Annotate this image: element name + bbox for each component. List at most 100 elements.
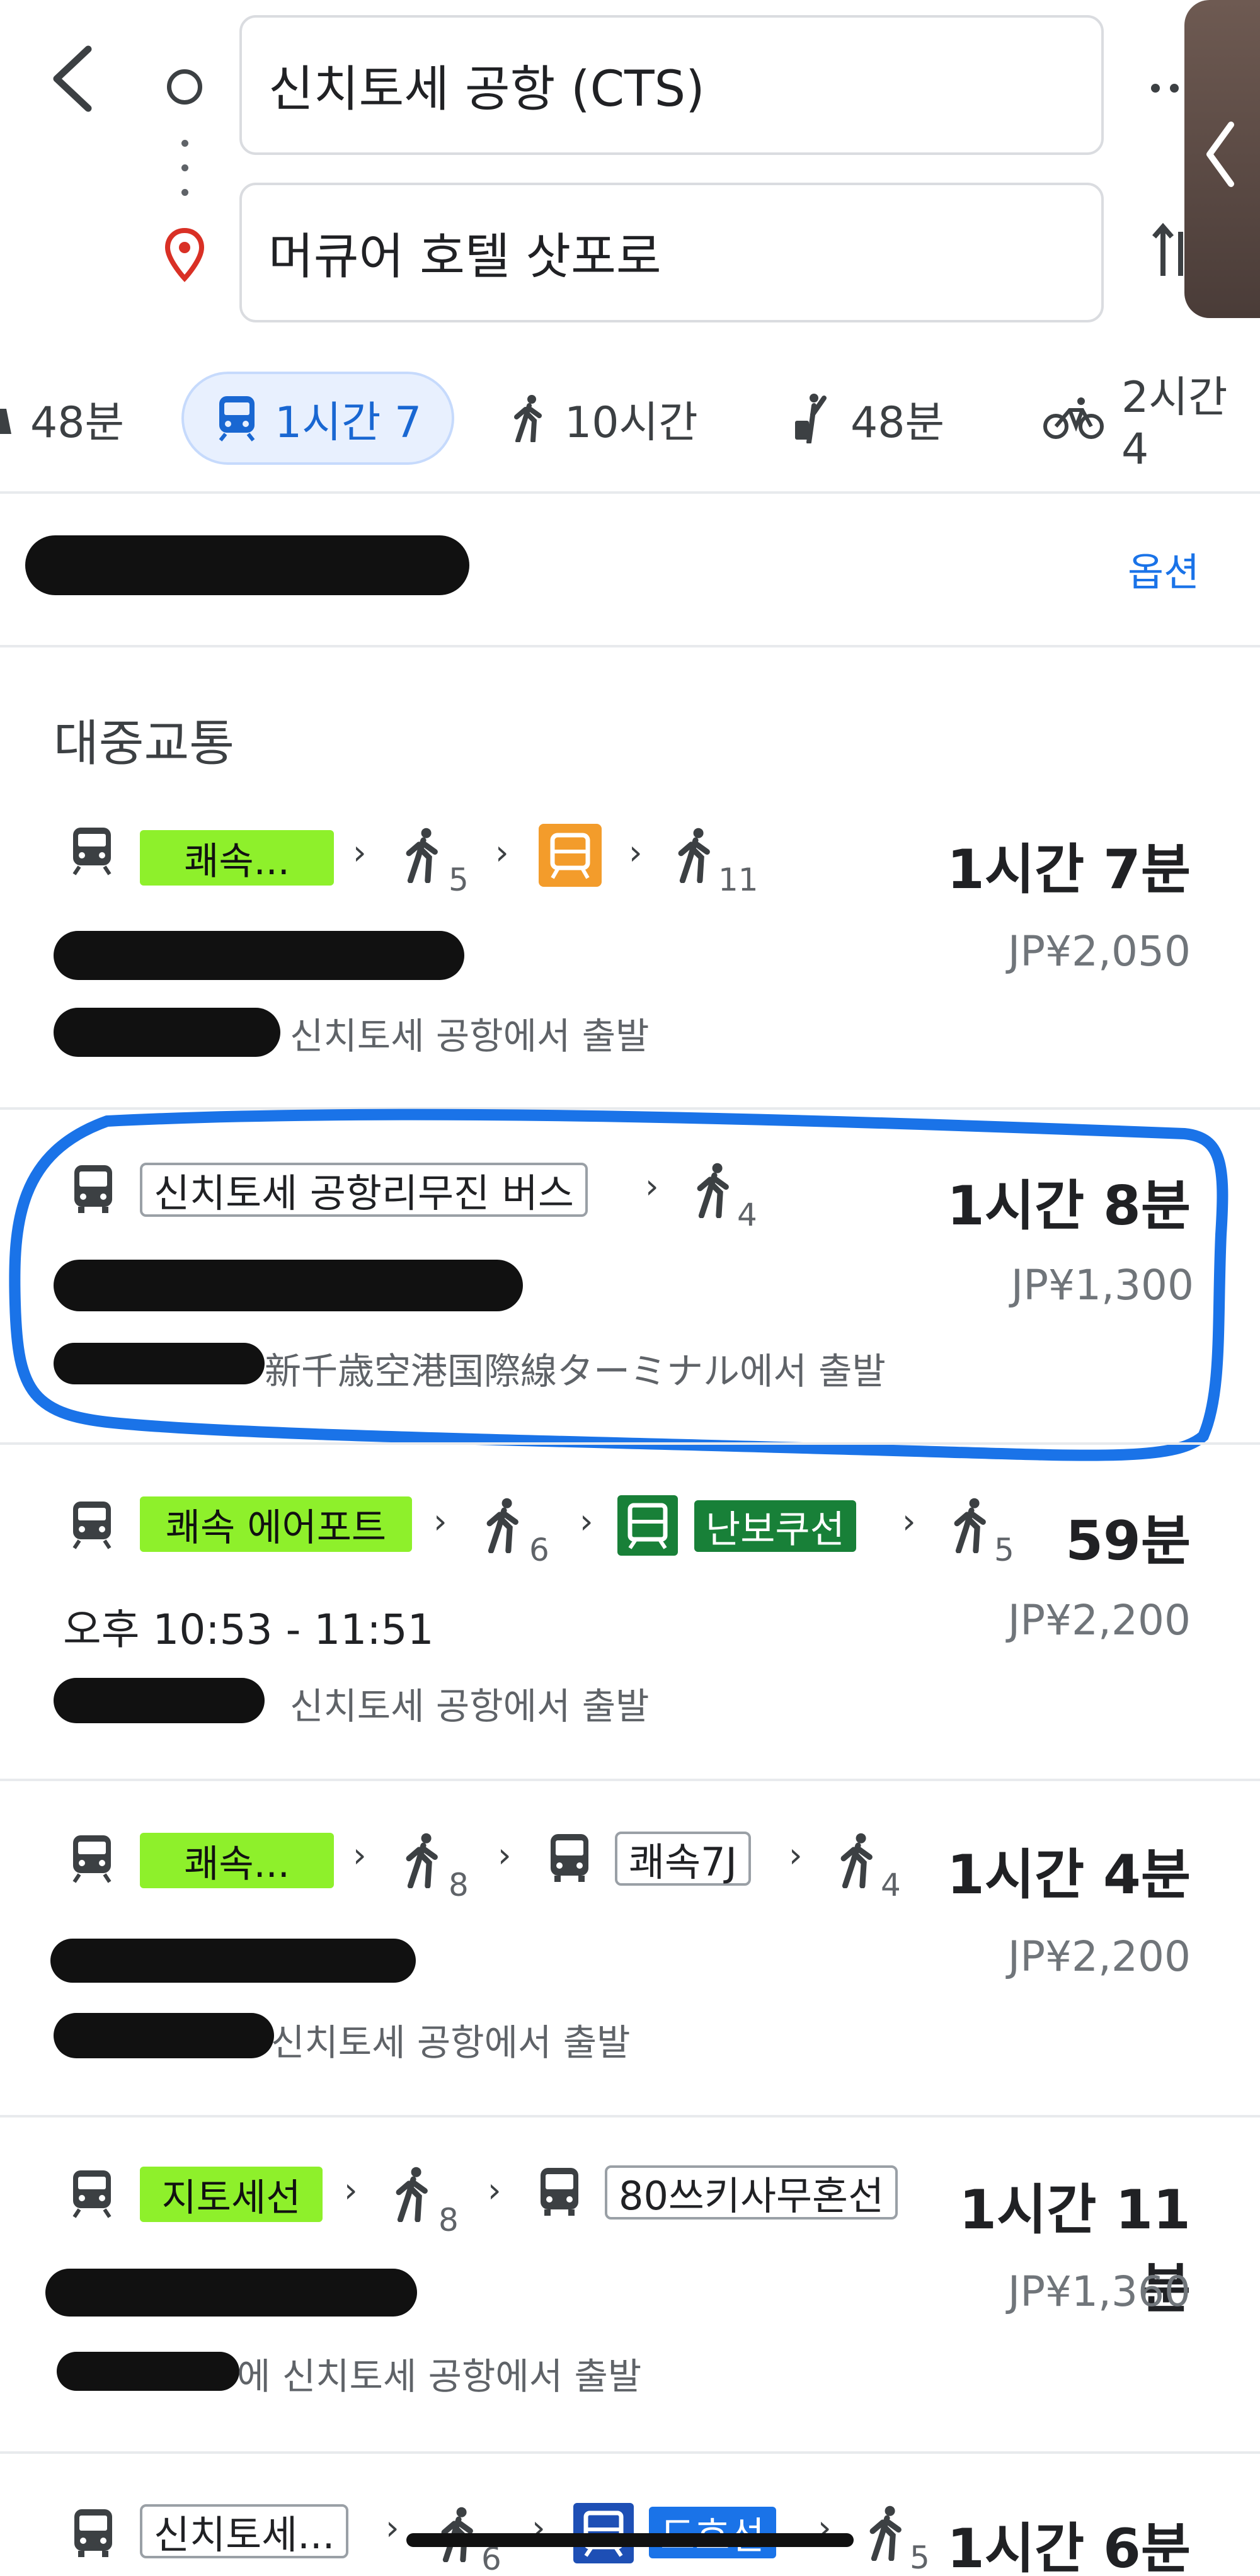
walk-minutes: 6 [529, 1532, 549, 1568]
walk-icon [393, 2165, 433, 2225]
chevron-right-icon: › [353, 1835, 367, 1875]
route-duration: 1시간 6분 [947, 2517, 1191, 2576]
home-indicator [406, 2533, 854, 2547]
tab-cycling[interactable]: 2시간 4 [1043, 372, 1260, 474]
redacted-departure-time [25, 535, 469, 595]
car-icon [0, 396, 13, 440]
rapid-7j-chip: 쾌속7J [615, 1832, 751, 1886]
chevron-right-icon: › [488, 2170, 501, 2210]
walk-icon [484, 1496, 524, 1556]
route-card[interactable]: 쾌속... › 5 › › 11 1시간 7분 JP¥2,050 신치토세 공항… [0, 794, 1260, 1108]
bus-icon [71, 2508, 116, 2561]
walk-minutes: 8 [438, 2202, 459, 2238]
tab-driving[interactable]: 48분 [0, 372, 124, 465]
divider [0, 491, 1260, 494]
rideshare-icon [793, 393, 833, 443]
route-card[interactable]: 지토세선 › 8 › 80쓰키사무혼선 1시간 11분 JP¥1,360 에 신… [0, 2117, 1260, 2451]
route-card[interactable]: 신치토세... › 6 › 도호선 › 5 1시간 6분 [0, 2454, 1260, 2576]
chevron-right-icon: › [495, 833, 509, 872]
origin-input[interactable]: 신치토세 공항 (CTS) [239, 15, 1104, 155]
train-icon [69, 2168, 115, 2221]
tab-driving-label: 48분 [30, 397, 125, 448]
back-button[interactable] [44, 44, 101, 113]
route-fare: JP¥2,200 [1007, 1596, 1191, 1644]
route-duration: 1시간 7분 [947, 838, 1191, 901]
chitose-line-chip: 지토세선 [140, 2167, 323, 2222]
tab-walking-label: 10시간 [564, 397, 698, 448]
back-arrow-icon [53, 45, 92, 112]
options-link[interactable]: 옵션 [1128, 540, 1200, 597]
tab-rideshare-label: 48분 [850, 397, 945, 448]
divider [0, 645, 1260, 647]
route-card[interactable]: 쾌속 에어포트 › 6 › 난보쿠선 › 5 59분 오후 10:53 - 11… [0, 1445, 1260, 1779]
walk-icon [838, 1832, 878, 1891]
redacted-times [54, 931, 464, 980]
route-card[interactable]: 쾌속... › 8 › 쾌속7J › 4 1시간 4분 JP¥2,200 신치토… [0, 1781, 1260, 2115]
route-dots-icon [179, 140, 190, 197]
departure-station: 신치토세 공항에서 출발 [290, 1685, 650, 1728]
destination-pin-icon [163, 227, 207, 283]
redacted-times [45, 2269, 417, 2317]
chevron-right-icon: › [433, 1502, 447, 1541]
train-icon [69, 1833, 115, 1886]
redacted-departure [54, 1008, 280, 1057]
walk-minutes: 5 [449, 862, 469, 898]
walk-icon [867, 2504, 907, 2563]
redacted-departure [54, 1678, 265, 1723]
rapid-line-chip: 쾌속... [140, 830, 334, 886]
walk-minutes: 11 [718, 862, 759, 898]
chevron-right-icon: › [789, 1835, 803, 1875]
train-icon [69, 1499, 115, 1552]
redacted-times [50, 1939, 416, 1983]
bike-icon [1043, 396, 1104, 440]
swap-icon[interactable] [1152, 219, 1189, 282]
side-panel-handle[interactable] [1184, 0, 1260, 318]
tab-transit[interactable]: 1시간 7 [181, 372, 455, 465]
chevron-right-icon: › [344, 2170, 358, 2210]
train-icon [217, 395, 257, 442]
walk-minutes: 5 [910, 2539, 930, 2576]
origin-input-text: 신치토세 공항 (CTS) [268, 61, 705, 118]
walk-minutes: 8 [449, 1867, 469, 1903]
tab-walking[interactable]: 10시간 [512, 372, 698, 465]
tab-transit-label: 1시간 7 [275, 397, 422, 448]
tab-rideshare[interactable]: 48분 [793, 372, 944, 465]
route-duration: 1시간 4분 [947, 1844, 1191, 1906]
redacted-departure [57, 2352, 239, 2391]
toho-line-chip: 도호선 [649, 2507, 776, 2558]
walk-icon [675, 826, 716, 886]
bus-icon [547, 1833, 592, 1886]
chevron-right-icon: › [629, 833, 643, 872]
hand-drawn-highlight [9, 1108, 1228, 1461]
route-segments [69, 825, 115, 878]
origin-circle-icon [167, 69, 202, 105]
train-icon [69, 825, 115, 878]
bus-icon [537, 2167, 582, 2220]
route-fare: JP¥2,200 [1007, 1932, 1191, 1981]
subway-green-icon [617, 1495, 678, 1558]
route-duration: 59분 [1065, 1510, 1191, 1573]
walk-icon [403, 826, 444, 886]
walk-icon [512, 394, 547, 442]
section-title: 대중교통 [54, 715, 235, 772]
chevron-right-icon: › [386, 2508, 399, 2548]
destination-input-text: 머큐어 호텔 삿포로 [268, 229, 662, 285]
namboku-line-chip: 난보쿠선 [694, 1500, 856, 1552]
shin-chitose-bus-chip: 신치토세... [140, 2504, 349, 2558]
departure-station: 신치토세 공항에서 출발 [290, 1015, 650, 1057]
tsukisamu-honsen-chip: 80쓰키사무혼선 [605, 2165, 898, 2220]
chevron-right-icon: › [580, 1502, 593, 1541]
more-options-icon[interactable] [1147, 69, 1184, 107]
rapid-airport-chip: 쾌속 에어포트 [140, 1496, 412, 1552]
walk-icon [403, 1832, 444, 1891]
chevron-right-icon: › [353, 833, 367, 872]
chevron-left-icon [1206, 122, 1234, 187]
tab-cycling-label: 2시간 4 [1121, 373, 1228, 474]
redacted-departure [54, 2013, 274, 2058]
rapid-line-chip: 쾌속... [140, 1833, 334, 1888]
route-fare: JP¥2,050 [1007, 927, 1191, 976]
chevron-right-icon: › [902, 1502, 916, 1541]
chevron-right-icon: › [498, 1835, 512, 1875]
destination-input[interactable]: 머큐어 호텔 삿포로 [239, 183, 1104, 322]
tram-orange-icon [539, 824, 602, 889]
